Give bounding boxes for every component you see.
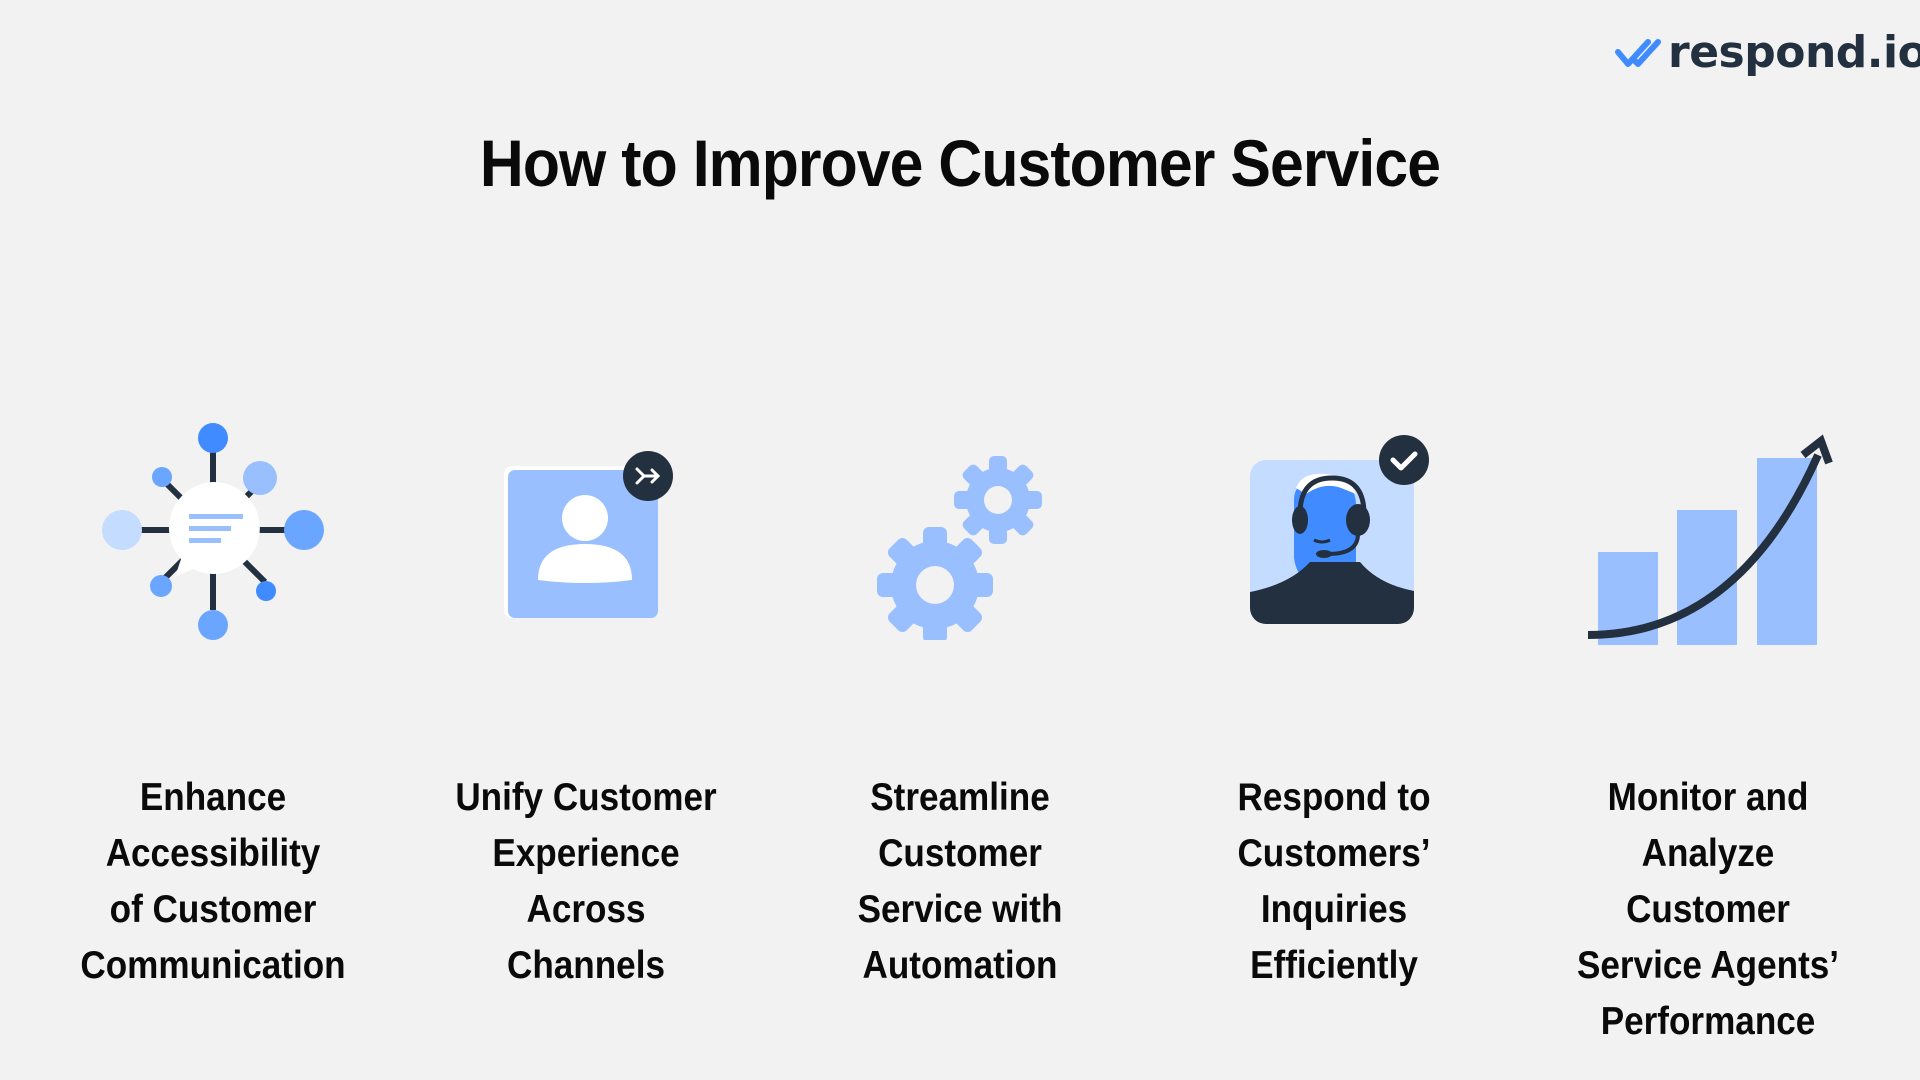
brand-logo[interactable]: respond.io bbox=[1614, 22, 1920, 82]
step-label: Monitor and Analyze Customer Service Age… bbox=[1576, 776, 1840, 1043]
user-profile-merge-icon bbox=[504, 451, 673, 618]
growth-chart-icon bbox=[1587, 434, 1833, 645]
step-label: Enhance Accessibility of Customer Commun… bbox=[80, 776, 346, 987]
agent-headset-check-icon bbox=[1250, 435, 1429, 624]
double-check-icon bbox=[1615, 39, 1661, 67]
gears-icon bbox=[877, 456, 1042, 640]
step-label: Respond to Customers’ Inquiries Efficien… bbox=[1237, 776, 1431, 987]
step-label: Streamline Customer Service with Automat… bbox=[857, 776, 1063, 987]
step-label: Unify Customer Experience Across Channel… bbox=[455, 776, 717, 987]
page-title: How to Improve Customer Service bbox=[479, 126, 1441, 200]
brand-name: respond.io bbox=[1668, 26, 1920, 78]
network-chat-icon bbox=[102, 423, 324, 640]
